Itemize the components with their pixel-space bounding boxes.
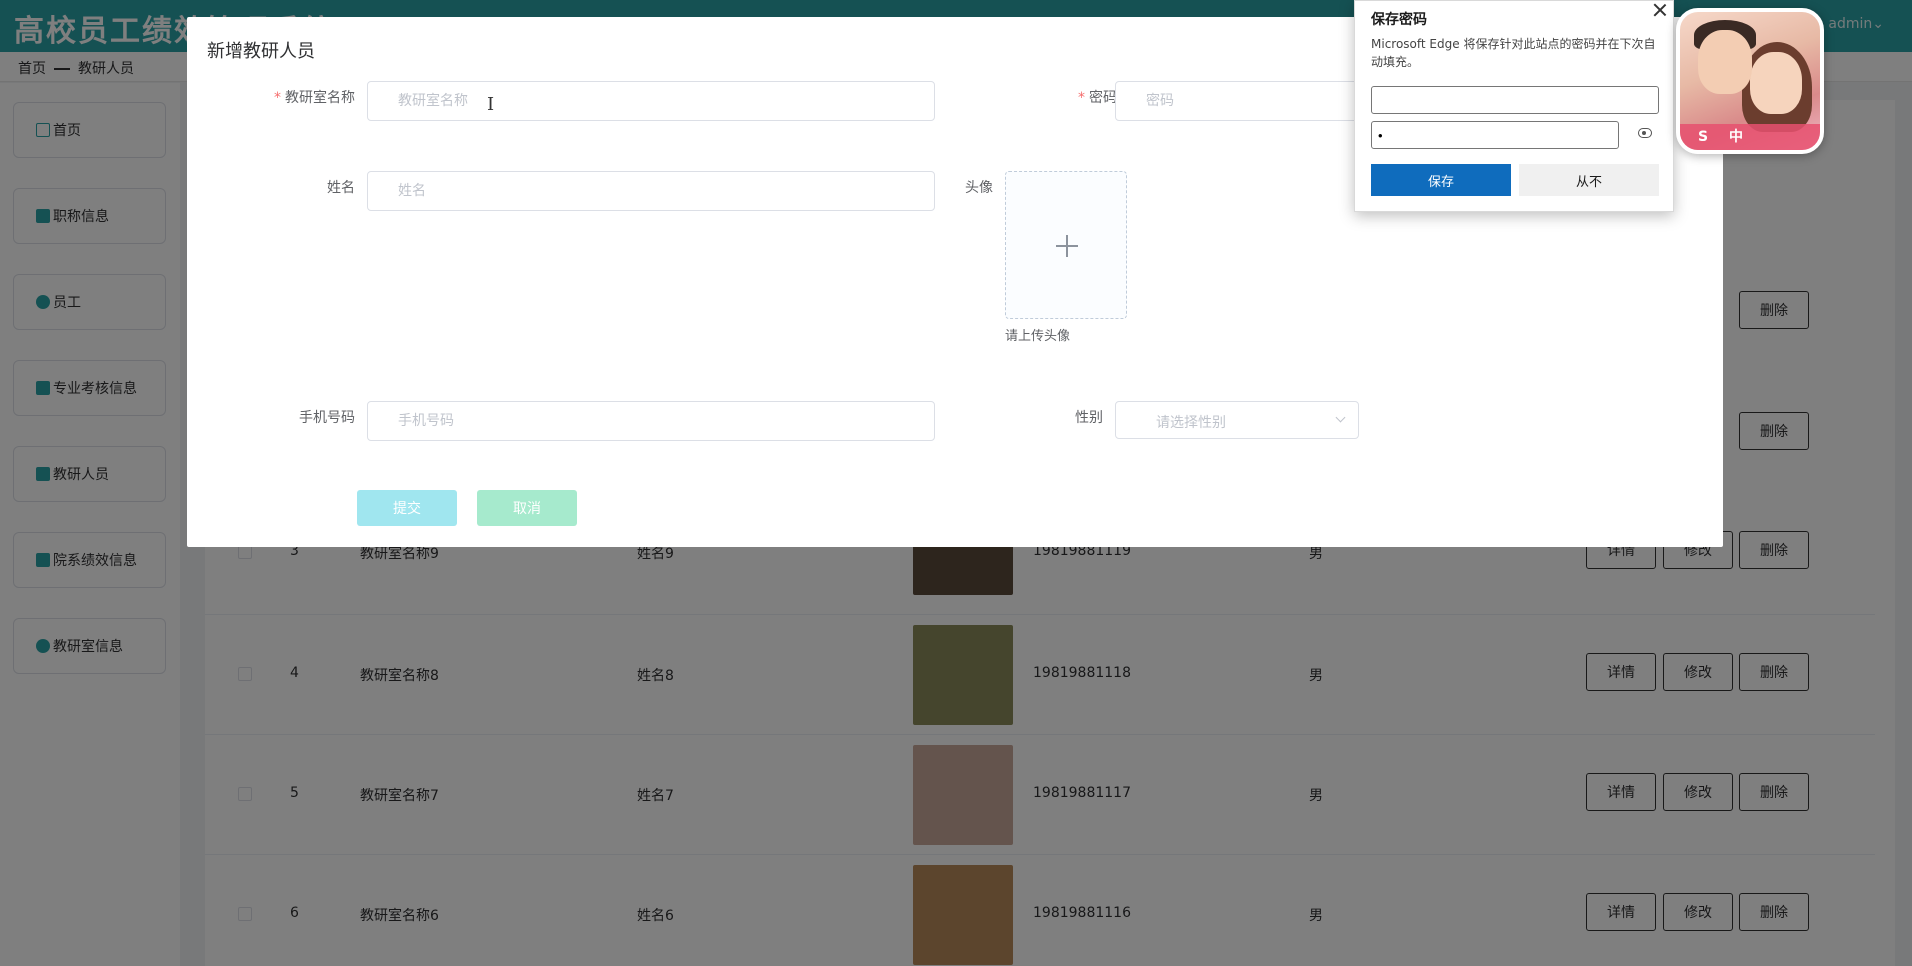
widget-bar: S 中 [1680, 124, 1820, 150]
room-label: * 教研室名称 [247, 87, 355, 107]
cancel-button[interactable]: 取消 [477, 490, 577, 526]
name-label: 姓名 [327, 180, 355, 196]
phone-label: 手机号码 [299, 410, 355, 426]
required-mark: * [274, 90, 281, 106]
dialog-title: 新增教研人员 [207, 41, 315, 62]
popup-password-field[interactable] [1371, 121, 1619, 149]
popup-title: 保存密码 [1371, 12, 1427, 28]
eye-icon[interactable] [1638, 128, 1652, 138]
room-name-input[interactable] [367, 81, 935, 121]
gender-label: 性别 [1075, 410, 1103, 426]
popup-never-button[interactable]: 从不 [1519, 164, 1659, 196]
name-input[interactable] [367, 171, 935, 211]
password-label-text: 密码 [1089, 90, 1117, 106]
popup-username-field[interactable] [1371, 86, 1659, 114]
popup-description: Microsoft Edge 将保存针对此站点的密码并在下次自动填充。 [1371, 37, 1656, 69]
save-password-popup: 保存密码 Microsoft Edge 将保存针对此站点的密码并在下次自动填充。… [1354, 0, 1674, 212]
avatar-uploader[interactable] [1005, 171, 1127, 319]
close-icon[interactable] [1651, 1, 1669, 19]
room-label-text: 教研室名称 [285, 90, 355, 106]
avatar-upload-tip: 请上传头像 [1005, 329, 1071, 344]
phone-input[interactable] [367, 401, 935, 441]
gender-select[interactable]: 请选择性别 [1115, 401, 1359, 439]
widget-image-part [1750, 52, 1802, 114]
floating-avatar-widget[interactable]: S 中 [1676, 8, 1824, 154]
required-mark: * [1078, 90, 1085, 106]
submit-button[interactable]: 提交 [357, 490, 457, 526]
password-input[interactable] [1115, 81, 1359, 121]
plus-icon-vertical [1066, 235, 1068, 257]
chevron-down-icon [1335, 412, 1346, 423]
avatar-label: 头像 [965, 180, 993, 196]
text-cursor-icon: I [487, 94, 495, 115]
widget-image-part [1698, 30, 1752, 94]
gender-select-placeholder: 请选择性别 [1156, 415, 1226, 431]
popup-save-button[interactable]: 保存 [1371, 164, 1511, 196]
password-label: * 密码 [1027, 87, 1117, 107]
